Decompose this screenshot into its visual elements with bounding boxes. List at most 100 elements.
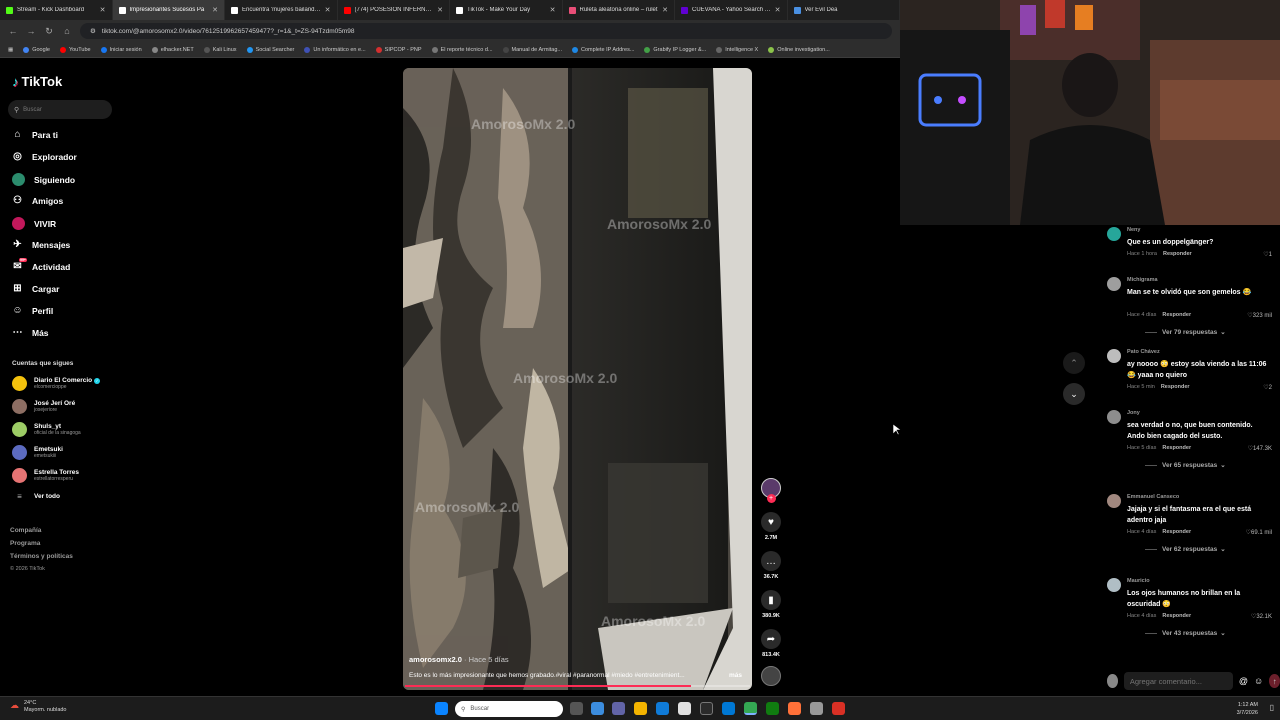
nav-item-vivir[interactable]: VIVIR (12, 217, 56, 230)
comment-like-button[interactable]: ♡69.1 mil (1246, 529, 1272, 536)
caption-more-button[interactable]: más (729, 672, 742, 679)
xbox-icon[interactable] (766, 702, 779, 715)
view-replies-button[interactable]: Ver 62 respuestas ⌄ (1145, 545, 1226, 553)
chrome-icon[interactable] (744, 702, 757, 715)
browser-tab[interactable]: TikTok - Make Your Day ✕ (450, 0, 563, 20)
system-clock[interactable]: 1:12 AM 3/7/2026 (1237, 701, 1258, 717)
bookmark-item[interactable]: SIPCOP - PNP (375, 46, 422, 53)
app-icon[interactable] (810, 702, 823, 715)
footer-link[interactable]: Compañía (10, 527, 41, 534)
avatar[interactable] (1107, 349, 1121, 363)
following-account[interactable]: Diario El Comercio ✓ elcomercioppe (12, 376, 101, 391)
avatar[interactable] (1107, 578, 1121, 592)
firefox-icon[interactable] (788, 702, 801, 715)
nav-item-explorador[interactable]: ◎ Explorador (12, 151, 77, 162)
notification-icon[interactable]: ▯ (1270, 703, 1274, 712)
avatar[interactable] (1107, 494, 1121, 508)
reply-button[interactable]: Responder (1162, 613, 1191, 619)
obs-icon[interactable] (832, 702, 845, 715)
bookmark-item[interactable]: El reporte técnico d... (431, 46, 493, 53)
nav-item-más[interactable]: ⋯ Más (12, 327, 49, 338)
close-tab-icon[interactable]: ✕ (437, 6, 443, 14)
back-icon[interactable]: ← (8, 26, 18, 36)
like-button[interactable]: ♥ 2.7M (758, 512, 784, 541)
previous-video-button[interactable]: ⌃ (1063, 352, 1085, 374)
windows-start-icon[interactable] (435, 702, 448, 715)
weather-widget[interactable]: ☁ 24°C Mayorm. nublado (10, 700, 67, 714)
avatar[interactable] (1107, 227, 1121, 241)
sound-disc[interactable] (758, 666, 784, 686)
browser-tab[interactable]: Ruleta aleatoria online – rulet ✕ (563, 0, 675, 20)
view-replies-button[interactable]: Ver 43 respuestas ⌄ (1145, 629, 1226, 637)
reload-icon[interactable]: ↻ (44, 26, 54, 37)
view-replies-button[interactable]: Ver 65 respuestas ⌄ (1145, 461, 1226, 469)
reply-button[interactable]: Responder (1161, 384, 1190, 390)
reply-button[interactable]: Responder (1163, 251, 1192, 257)
reply-button[interactable]: Responder (1162, 445, 1191, 451)
following-account[interactable]: Emetsuki emetsukiii (12, 445, 63, 460)
browser-tab[interactable]: (774) POSESION INFERNAL: EV✕ (338, 0, 450, 20)
nav-item-para-ti[interactable]: ⌂ Para ti (12, 129, 58, 140)
comment-username[interactable]: Pato Chávez (1127, 349, 1160, 355)
nav-item-amigos[interactable]: ⚇ Amigos (12, 195, 63, 206)
avatar[interactable] (1107, 277, 1121, 291)
comment-like-button[interactable]: ♡2 (1263, 384, 1272, 391)
bookmark-item[interactable]: Kali Linux (203, 46, 237, 53)
footer-link[interactable]: Términos y políticas (10, 553, 73, 560)
creator-avatar-button[interactable]: + (758, 478, 784, 503)
site-info-icon[interactable]: ⚙ (90, 27, 96, 35)
browser-tab[interactable]: CUEVANA - Yahoo Search Tus ✕ (675, 0, 788, 20)
browser-tab[interactable]: Impresionantes Sucesos Pa ✕ (112, 0, 225, 20)
follow-plus-icon[interactable]: + (766, 494, 776, 503)
share-button[interactable]: ➦ 813.4K (758, 629, 784, 658)
bookmark-item[interactable]: elhacker.NET (151, 46, 194, 53)
steam-icon[interactable] (700, 702, 713, 715)
comment-username[interactable]: Jony (1127, 410, 1140, 416)
reply-button[interactable]: Responder (1162, 312, 1191, 318)
mention-icon[interactable]: @ (1239, 676, 1248, 686)
nav-item-perfil[interactable]: ☺ Perfil (12, 305, 53, 316)
browser-tab[interactable]: Ver Evil Dea (788, 0, 900, 20)
bookmark-item[interactable]: Online investigation... (768, 46, 830, 53)
comment-username[interactable]: Emmanuel Canseco (1127, 494, 1179, 500)
copilot-icon[interactable] (591, 702, 604, 715)
comment-username[interactable]: Mauricio (1127, 578, 1150, 584)
bookmark-item[interactable]: Google (23, 46, 50, 53)
post-comment-button[interactable]: ↑ (1269, 674, 1280, 688)
bookmark-item[interactable]: Grabify IP Logger &... (644, 46, 706, 53)
url-input[interactable]: ⚙ tiktok.com/@amorosomx2.0/video/7612519… (80, 23, 892, 39)
emoji-icon[interactable]: ☺ (1254, 676, 1263, 686)
bookmark-item[interactable]: Iniciar sesión (100, 46, 142, 53)
comment-input[interactable] (1123, 672, 1233, 690)
file-explorer-icon[interactable] (634, 702, 647, 715)
vscode-icon[interactable] (722, 702, 735, 715)
nav-item-cargar[interactable]: ⊞ Cargar (12, 283, 59, 294)
browser-tab[interactable]: Stream - Kick Dashboard ✕ (0, 0, 113, 20)
comment-like-button[interactable]: ♡1 (1263, 251, 1272, 258)
comment-like-button[interactable]: ♡147.3K (1248, 445, 1272, 452)
home-icon[interactable]: ⌂ (62, 26, 72, 36)
close-tab-icon[interactable]: ✕ (212, 6, 218, 14)
video-author[interactable]: amorosomx2.0 · Hace 5 días (409, 655, 509, 664)
see-all-following[interactable]: ≡ Ver todo (12, 492, 60, 501)
video-player[interactable]: AmorosoMx 2.0 AmorosoMx 2.0 AmorosoMx 2.… (403, 68, 752, 690)
tiktok-search-input[interactable]: ⚲ Buscar (8, 100, 112, 119)
bookmark-item[interactable]: Un informático en e... (304, 46, 366, 53)
next-video-button[interactable]: ⌄ (1063, 383, 1085, 405)
save-button[interactable]: ▮ 380.9K (758, 590, 784, 619)
reply-button[interactable]: Responder (1162, 529, 1191, 535)
apps-icon[interactable]: ▦ (8, 47, 13, 53)
taskbar-search[interactable]: ⚲ Buscar (455, 701, 563, 717)
view-replies-button[interactable]: Ver 79 respuestas ⌄ (1145, 328, 1226, 336)
video-progress-bar[interactable] (405, 685, 750, 687)
nav-item-siguiendo[interactable]: Siguiendo (12, 173, 75, 186)
close-tab-icon[interactable]: ✕ (662, 6, 668, 14)
bookmark-item[interactable]: Manual de Armitag... (502, 46, 562, 53)
close-tab-icon[interactable]: ✕ (775, 6, 781, 14)
following-account[interactable]: Shuls_yt oficial de la sinagoga (12, 422, 81, 437)
close-tab-icon[interactable]: ✕ (550, 6, 556, 14)
close-tab-icon[interactable]: ✕ (100, 6, 106, 14)
close-tab-icon[interactable]: ✕ (325, 6, 331, 14)
comment-like-button[interactable]: ♡32.1K (1251, 613, 1272, 620)
bookmark-item[interactable]: Intelligence X (716, 46, 758, 53)
